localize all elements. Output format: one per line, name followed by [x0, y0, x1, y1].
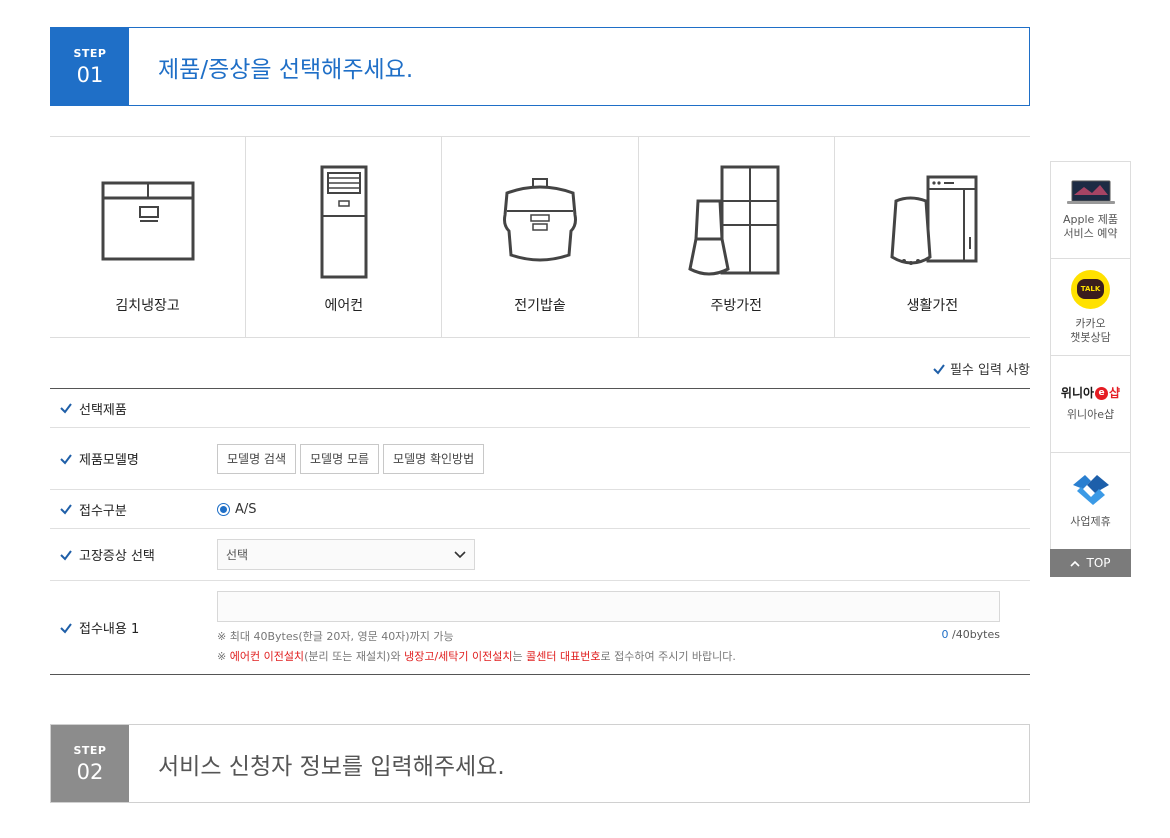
- row-selected-product: 선택제품: [50, 389, 1030, 428]
- check-icon: [933, 363, 945, 375]
- reception-as-radio[interactable]: A/S: [217, 502, 257, 517]
- model-unknown-button[interactable]: 모델명 모름: [300, 443, 380, 474]
- laptop-icon: [1066, 180, 1115, 204]
- product-living-appliance[interactable]: 생활가전: [835, 137, 1030, 337]
- symptom-label: 고장증상 선택: [79, 549, 155, 564]
- notice-text: (분리 또는 재설치)와: [304, 650, 405, 663]
- check-icon: [60, 403, 72, 414]
- step2-title: 서비스 신청자 정보를 입력해주세요.: [158, 753, 505, 780]
- field-label: 접수구분: [50, 500, 217, 519]
- winia-logo-icon: 위니아 e 샵: [1061, 386, 1120, 400]
- symptom-select-value: 선택: [226, 548, 249, 562]
- quick-apple-service[interactable]: Apple 제품 서비스 예약: [1051, 162, 1130, 259]
- kakao-badge: TALK: [1076, 279, 1105, 299]
- product-name: 생활가전: [906, 298, 959, 314]
- step1-number: 01: [76, 62, 104, 87]
- required-note-text: 필수 입력 사항: [949, 363, 1030, 378]
- notice-text: 는: [512, 650, 527, 663]
- step2-header: STEP 02 서비스 신청자 정보를 입력해주세요.: [50, 724, 1030, 803]
- kakao-talk-icon: TALK: [1071, 269, 1110, 309]
- product-name: 김치냉장고: [115, 298, 180, 314]
- row-model-name: 제품모델명 모델명 검색 모델명 모름 모델명 확인방법: [50, 428, 1030, 490]
- byte-count-current: 0: [941, 628, 949, 641]
- chevron-down-icon: [454, 550, 466, 558]
- model-search-button[interactable]: 모델명 검색: [217, 443, 297, 474]
- chevron-up-icon: [1070, 560, 1081, 567]
- content-label: 접수내용 1: [79, 622, 140, 637]
- reception-option-label: A/S: [235, 501, 257, 517]
- row-reception-type: 접수구분 A/S: [50, 490, 1030, 529]
- product-kitchen-appliance[interactable]: 주방가전: [639, 137, 835, 337]
- kakao-line1: 카카오: [1075, 316, 1106, 330]
- step2-label: STEP: [73, 743, 107, 757]
- notice-highlight: 냉장고/세탁기 이전설치: [404, 650, 513, 663]
- quick-business[interactable]: 사업제휴: [1051, 453, 1130, 550]
- winia-label: 위니아e샵: [1066, 408, 1115, 421]
- apple-line1: Apple 제품: [1062, 213, 1119, 226]
- notice-highlight: 에어컨 이전설치: [229, 650, 305, 663]
- step1-header: STEP 01 제품/증상을 선택해주세요.: [50, 27, 1030, 106]
- product-category-list: 김치냉장고 에어컨 전기밥솥 주방가전 생활가전: [50, 136, 1030, 338]
- install-notice: ※ 에어컨 이전설치(분리 또는 재설치)와 냉장고/세탁기 이전설치는 콜센터…: [217, 648, 736, 664]
- logo-shop: 샵: [1109, 386, 1121, 400]
- rice-cooker-icon: [503, 178, 577, 262]
- row-content: 접수내용 1 ※ 최대 40Bytes(한글 20자, 영문 40자)까지 가능…: [50, 581, 1030, 674]
- reception-label: 접수구분: [79, 503, 127, 519]
- logo-text: 위니아: [1060, 386, 1095, 400]
- handshake-icon: [1072, 475, 1109, 505]
- quick-winia-eshop[interactable]: 위니아 e 샵 위니아e샵: [1051, 356, 1130, 453]
- field-label: 선택제품: [50, 399, 217, 418]
- product-name: 전기밥솥: [514, 298, 566, 314]
- quick-menu: Apple 제품 서비스 예약 TALK 카카오 챗봇상담 위니아 e 샵 위니아e…: [1050, 161, 1131, 551]
- reception-form: 선택제품 제품모델명 모델명 검색 모델명 모름 모델명 확인방법 접수구분 A…: [50, 388, 1030, 675]
- living-appliance-icon: [890, 175, 978, 265]
- max-bytes-note: ※ 최대 40Bytes(한글 20자, 영문 40자)까지 가능: [217, 630, 454, 643]
- field-label: 제품모델명: [50, 449, 217, 468]
- product-air-conditioner[interactable]: 에어컨: [246, 137, 443, 337]
- radio-selected[interactable]: [217, 502, 230, 516]
- notice-prefix: ※: [217, 650, 230, 663]
- logo-e: e: [1095, 386, 1109, 400]
- byte-counter: 0 /40bytes: [941, 628, 1000, 644]
- product-kimchi-fridge[interactable]: 김치냉장고: [50, 137, 247, 337]
- model-check-method-button[interactable]: 모델명 확인방법: [383, 443, 485, 474]
- kakao-line2: 챗봇상담: [1070, 330, 1111, 344]
- step2-badge: STEP 02: [51, 725, 129, 802]
- field-label: 접수내용 1: [50, 618, 217, 637]
- field-label: 고장증상 선택: [50, 545, 217, 564]
- check-icon: [60, 504, 72, 515]
- symptom-select[interactable]: 선택: [217, 539, 475, 570]
- apple-line2: 서비스 예약: [1063, 227, 1118, 240]
- notice-highlight: 콜센터 대표번호: [526, 650, 601, 663]
- notice-text: 로 접수하여 주시기 바랍니다.: [600, 650, 736, 663]
- step1-badge: STEP 01: [51, 28, 129, 105]
- biz-label: 사업제휴: [1070, 515, 1111, 528]
- check-icon: [60, 622, 72, 634]
- top-label: TOP: [1086, 556, 1111, 570]
- kimchi-fridge-icon: [101, 181, 195, 261]
- product-name: 주방가전: [710, 298, 762, 314]
- selected-product-label: 선택제품: [79, 402, 127, 418]
- content-input[interactable]: [217, 591, 1000, 622]
- step1-title: 제품/증상을 선택해주세요.: [158, 56, 414, 83]
- product-name: 에어컨: [324, 298, 364, 314]
- quick-kakao-chatbot[interactable]: TALK 카카오 챗봇상담: [1051, 259, 1130, 356]
- product-rice-cooker[interactable]: 전기밥솥: [442, 137, 639, 337]
- check-icon: [60, 549, 72, 561]
- model-label: 제품모델명: [79, 453, 139, 468]
- required-note: 필수 입력 사항: [932, 359, 1030, 378]
- row-symptom: 고장증상 선택 선택: [50, 529, 1030, 581]
- check-icon: [60, 453, 72, 465]
- step2-number: 02: [76, 759, 104, 784]
- byte-count-max: /40bytes: [951, 628, 1000, 641]
- step1-label: STEP: [73, 46, 107, 60]
- top-button[interactable]: TOP: [1050, 549, 1131, 577]
- kitchen-appliance-icon: [688, 165, 780, 276]
- byte-limit-note: ※ 최대 40Bytes(한글 20자, 영문 40자)까지 가능 0 /40b…: [217, 628, 1000, 644]
- air-conditioner-icon: [320, 165, 368, 279]
